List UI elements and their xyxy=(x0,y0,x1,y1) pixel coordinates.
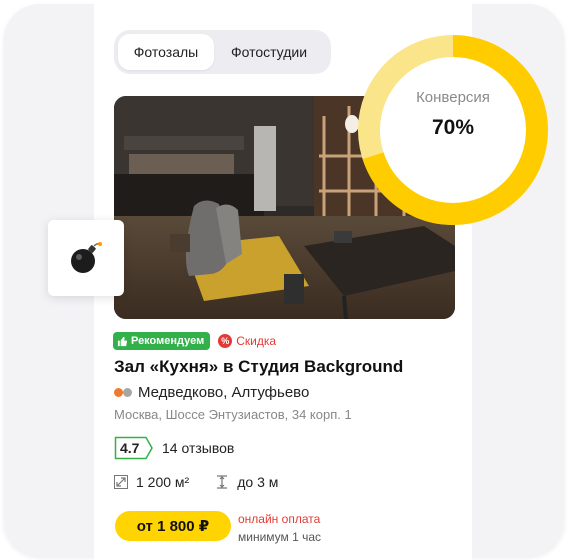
bomb-tile xyxy=(48,220,124,296)
thumbs-up-icon xyxy=(117,336,128,346)
badges-row: Рекомендуем % Скидка xyxy=(113,332,276,350)
online-payment: онлайн оплата xyxy=(238,512,321,526)
listing-title[interactable]: Зал «Кухня» в Студия Background xyxy=(114,357,403,377)
height-icon xyxy=(217,475,228,489)
tab-switcher: Фотозалы Фотостудии xyxy=(114,30,331,74)
height-spec: до 3 м xyxy=(215,474,278,490)
metro-line-icon xyxy=(114,388,132,397)
specs-row: 1 200 м² до 3 м xyxy=(114,474,278,490)
tab-photo-studios[interactable]: Фотостудии xyxy=(214,34,324,70)
rating-badge: 4.7 xyxy=(114,436,154,460)
address: Москва, Шоссе Энтузиастов, 34 корп. 1 xyxy=(114,407,352,422)
rating-row: 4.7 14 отзывов xyxy=(114,436,234,460)
metro-stations: Медведково, Алтуфьево xyxy=(138,384,310,401)
conversion-value: 70% xyxy=(431,116,475,139)
minimum-duration: минимум 1 час xyxy=(238,530,322,544)
area-spec: 1 200 м² xyxy=(114,474,189,490)
recommended-badge: Рекомендуем xyxy=(113,332,211,350)
conversion-label: Конверсия xyxy=(416,89,490,106)
recommended-label: Рекомендуем xyxy=(131,335,205,347)
sale-label: Скидка xyxy=(236,334,277,348)
bomb-icon xyxy=(71,242,102,273)
expand-icon xyxy=(114,475,128,489)
height-value: до 3 м xyxy=(237,474,279,490)
sale-badge: % Скидка xyxy=(218,334,276,348)
payment-info: онлайн оплата минимум 1 час xyxy=(238,510,321,546)
percent-icon: % xyxy=(218,334,233,348)
price-button[interactable]: от 1 800 ₽ xyxy=(115,511,231,541)
reviews-count[interactable]: 14 отзывов xyxy=(162,440,234,456)
metro-row: Медведково, Алтуфьево xyxy=(114,384,309,401)
rating-value: 4.7 xyxy=(120,440,140,456)
area-value: 1 200 м² xyxy=(136,474,190,490)
tab-photo-halls[interactable]: Фотозалы xyxy=(118,34,214,70)
